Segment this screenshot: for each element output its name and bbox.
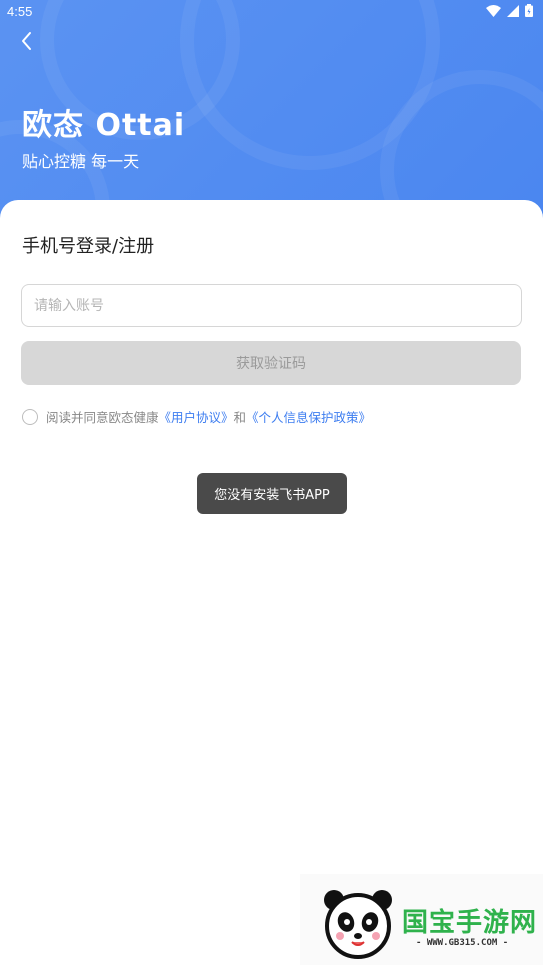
agreement-row: 阅读并同意欧态健康 《用户协议》 和 《个人信息保护政策》 (22, 407, 371, 426)
agreement-prefix: 阅读并同意欧态健康 (46, 410, 159, 425)
toast-message: 您没有安装飞书APP (197, 473, 347, 514)
status-bar: 4:55 (0, 0, 543, 26)
watermark-url: - WWW.GB315.COM - (416, 938, 509, 948)
battery-icon (525, 4, 533, 17)
privacy-policy-link[interactable]: 《个人信息保护政策》 (246, 407, 371, 426)
brand-subtitle: 贴心控糖 每一天 (22, 152, 140, 171)
status-icons (486, 4, 533, 17)
login-card: 手机号登录/注册 获取验证码 阅读并同意欧态健康 《用户协议》 和 《个人信息保… (0, 200, 543, 965)
watermark: 国宝手游网 - WWW.GB315.COM - (300, 874, 543, 965)
get-code-button[interactable]: 获取验证码 (21, 341, 521, 385)
back-chevron-icon[interactable] (16, 30, 38, 52)
login-title: 手机号登录/注册 (22, 236, 155, 257)
signal-icon (507, 4, 519, 17)
agreement-and: 和 (233, 410, 247, 425)
watermark-brand: 国宝手游网 (402, 908, 538, 938)
status-time: 4:55 (7, 4, 33, 19)
account-input[interactable] (21, 284, 522, 327)
user-agreement-link[interactable]: 《用户协议》 (159, 407, 234, 426)
agreement-checkbox[interactable] (22, 408, 38, 425)
wifi-icon (486, 4, 501, 17)
panda-logo-icon (324, 890, 392, 959)
brand-title: 欧态 Ottai (22, 108, 186, 143)
